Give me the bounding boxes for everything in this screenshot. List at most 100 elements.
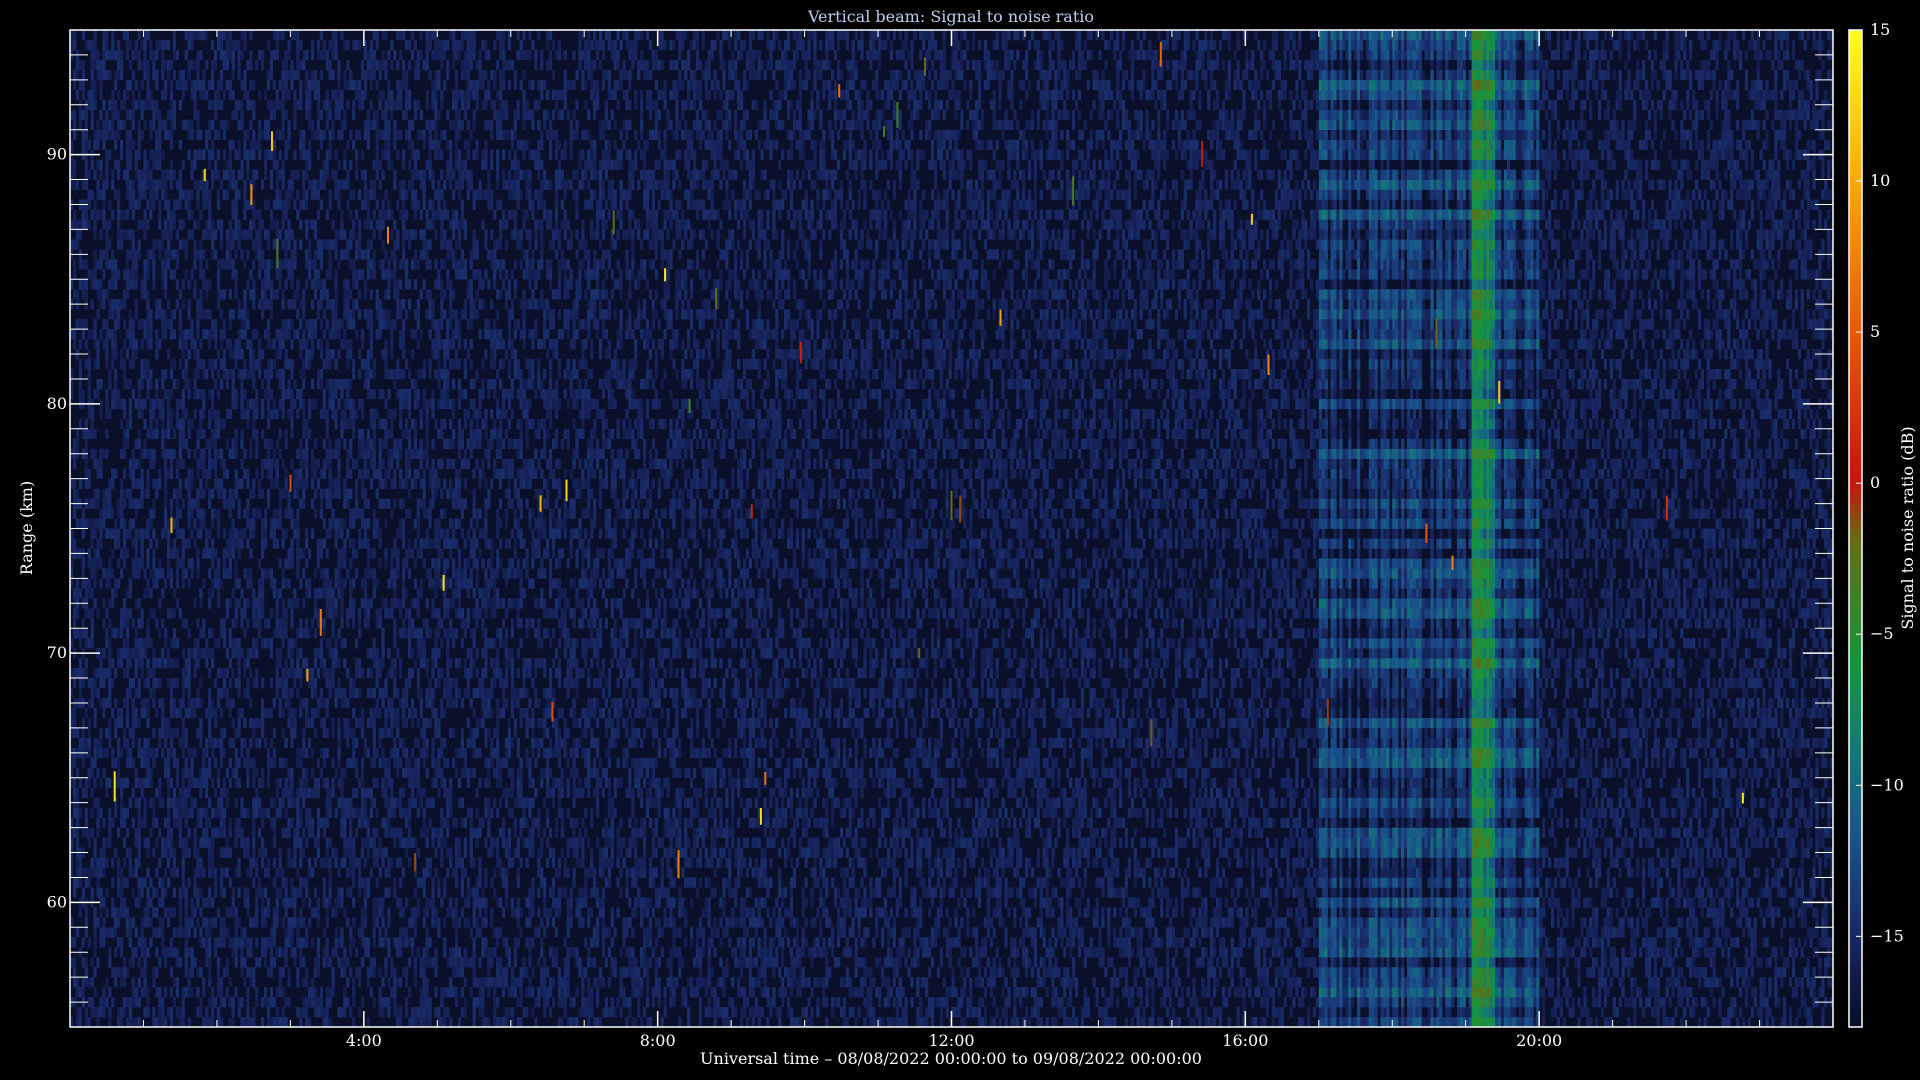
heatmap-cell <box>334 897 337 907</box>
heatmap-cell <box>367 598 370 608</box>
heatmap-cell <box>314 568 317 578</box>
heatmap-cell <box>249 140 252 150</box>
heatmap-cell <box>155 788 158 798</box>
heatmap-cell <box>237 818 240 828</box>
heatmap-cells <box>70 30 1833 1027</box>
heatmap-cell <box>214 50 217 60</box>
heatmap-cell <box>232 907 235 917</box>
heatmap-cell <box>273 399 276 409</box>
heatmap-cell <box>141 748 144 758</box>
heatmap-cell <box>146 708 149 718</box>
heatmap-cell <box>143 987 146 997</box>
heatmap-cell <box>211 828 214 838</box>
heatmap-cell <box>146 588 149 598</box>
heatmap-cell <box>287 708 290 718</box>
heatmap-cell <box>355 160 358 170</box>
heatmap-cell <box>302 628 305 638</box>
heatmap-cell <box>343 379 346 389</box>
heatmap-cell <box>223 848 226 858</box>
heatmap-cell <box>114 519 117 529</box>
heatmap-cell <box>364 887 367 897</box>
heatmap-cell <box>334 608 337 618</box>
heatmap-cell <box>220 917 223 927</box>
heatmap-cell <box>240 170 243 180</box>
heatmap-cell <box>76 858 79 868</box>
heatmap-cell <box>190 419 193 429</box>
heatmap-cell <box>361 927 364 937</box>
heatmap-cell <box>252 479 255 489</box>
heatmap-cell <box>308 668 311 678</box>
heatmap-cell <box>193 80 196 90</box>
heatmap-cell <box>179 917 182 927</box>
heatmap-cell <box>173 638 176 648</box>
heatmap-cell <box>320 548 323 558</box>
heatmap-cell <box>111 359 114 369</box>
heatmap-cell <box>373 429 376 439</box>
heatmap-cell <box>361 917 364 927</box>
heatmap-cell <box>243 658 246 668</box>
heatmap-cell <box>252 349 255 359</box>
heatmap-cell <box>299 818 302 828</box>
heatmap-cell <box>141 110 144 120</box>
heatmap-cell <box>276 808 279 818</box>
heatmap-cell <box>364 568 367 578</box>
heatmap-cell <box>223 668 226 678</box>
heatmap-cell <box>240 389 243 399</box>
heatmap-cell <box>188 848 191 858</box>
heatmap-cell <box>308 409 311 419</box>
heatmap-cell <box>317 848 320 858</box>
heatmap-cell <box>196 887 199 897</box>
heatmap-cell <box>235 399 238 409</box>
heatmap-cell <box>302 728 305 738</box>
heatmap-cell <box>88 269 91 279</box>
heatmap-cell <box>358 219 361 229</box>
heatmap-cell <box>323 897 326 907</box>
heatmap-cell <box>302 499 305 509</box>
heatmap-cell <box>214 329 217 339</box>
heatmap-cell <box>96 538 99 548</box>
heatmap-cell <box>373 419 376 429</box>
heatmap-cell <box>296 548 299 558</box>
heatmap-cell <box>217 828 220 838</box>
heatmap-cell <box>264 887 267 897</box>
heatmap-cell <box>252 379 255 389</box>
heatmap-cell <box>132 618 135 628</box>
heatmap-cell <box>170 658 173 668</box>
heatmap-cell <box>285 558 288 568</box>
heatmap-cell <box>367 359 370 369</box>
heatmap-cell <box>164 519 167 529</box>
heatmap-cell <box>326 110 329 120</box>
heatmap-cell <box>170 678 173 688</box>
heatmap-cell <box>149 319 152 329</box>
heatmap-cell <box>79 219 82 229</box>
heatmap-cell <box>135 658 138 668</box>
heatmap-cell <box>302 848 305 858</box>
heatmap-cell <box>329 399 332 409</box>
heatmap-cell <box>249 758 252 768</box>
heatmap-cell <box>290 887 293 897</box>
heatmap-cell <box>326 937 329 947</box>
heatmap-cell <box>182 568 185 578</box>
heatmap-cell <box>337 748 340 758</box>
heatmap-cell <box>290 409 293 419</box>
heatmap-cell <box>226 598 229 608</box>
heatmap-cell <box>364 170 367 180</box>
heatmap-cell <box>334 638 337 648</box>
heatmap-cell <box>190 60 193 70</box>
heatmap-cell <box>179 509 182 519</box>
heatmap-cell <box>308 359 311 369</box>
heatmap-cell <box>179 199 182 209</box>
heatmap-cell <box>246 150 249 160</box>
heatmap-cell <box>220 100 223 110</box>
heatmap-cell <box>85 1007 88 1017</box>
heatmap-cell <box>202 808 205 818</box>
heatmap-cell <box>279 379 282 389</box>
heatmap-cell <box>226 50 229 60</box>
heatmap-cell <box>199 678 202 688</box>
heatmap-cell <box>302 429 305 439</box>
heatmap-cell <box>273 80 276 90</box>
heatmap-cell <box>237 718 240 728</box>
heatmap-cell <box>141 927 144 937</box>
heatmap-cell <box>141 219 144 229</box>
heatmap-cell <box>176 469 179 479</box>
